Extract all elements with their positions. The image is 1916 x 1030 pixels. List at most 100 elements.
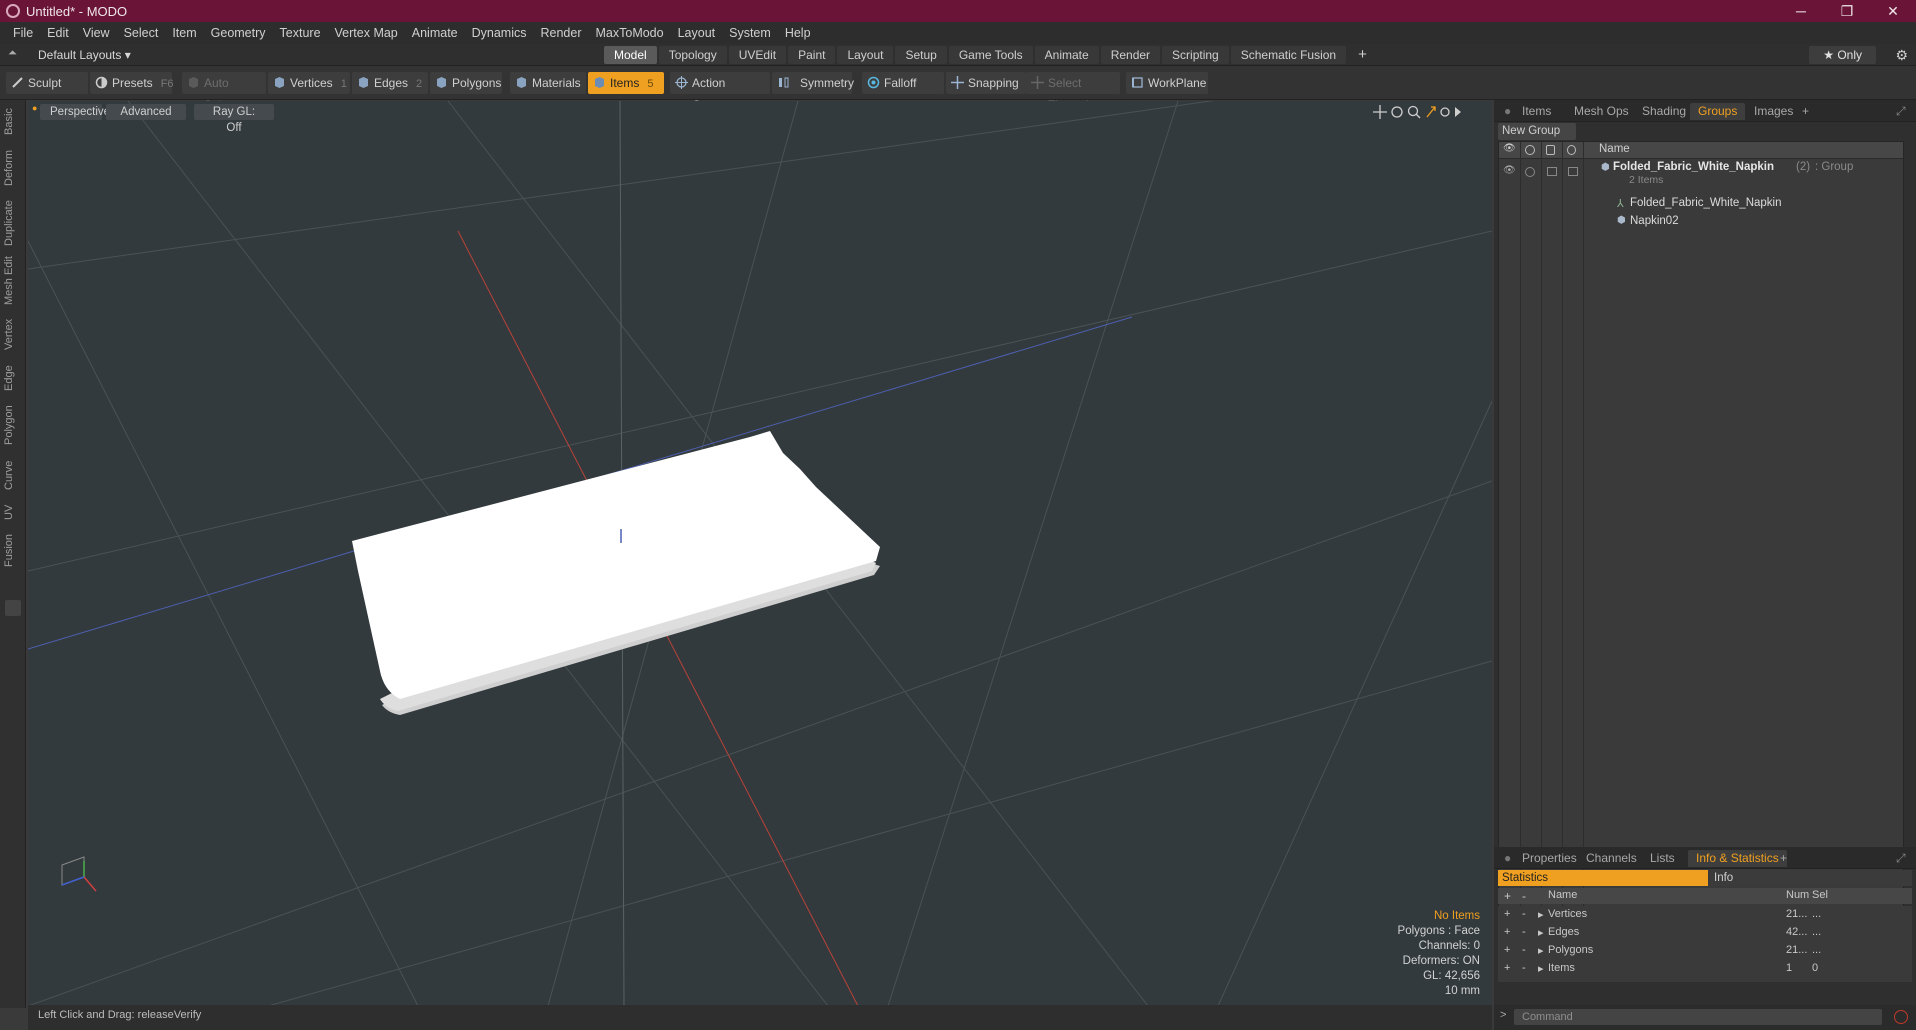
presets-button[interactable]: Presets F6 xyxy=(90,72,174,94)
maximize-button[interactable]: ❐ xyxy=(1824,0,1870,22)
menu-vertex-map[interactable]: Vertex Map xyxy=(328,26,405,40)
visibility-toggle-icon[interactable]: 👁 xyxy=(1503,165,1516,176)
tab-shading[interactable]: Shading xyxy=(1634,103,1694,120)
tab-layout[interactable]: Layout xyxy=(837,46,894,64)
tab-paint[interactable]: Paint xyxy=(788,46,836,64)
row-remove-button[interactable]: - xyxy=(1522,962,1526,974)
lefttab-uv[interactable]: UV xyxy=(3,500,23,524)
vertices-button[interactable]: Vertices 1 xyxy=(268,72,350,94)
stats-row[interactable]: + - ▸ Edges 42... ... xyxy=(1498,924,1912,942)
row-expand-icon[interactable]: ▸ xyxy=(1538,926,1544,939)
row-expand-icon[interactable]: ▸ xyxy=(1538,962,1544,975)
menu-animate[interactable]: Animate xyxy=(405,26,465,40)
menu-item[interactable]: Item xyxy=(165,26,203,40)
gear-icon[interactable]: ⚙ xyxy=(1895,44,1908,66)
lefttab-duplicate[interactable]: Duplicate xyxy=(3,196,23,250)
layouts-dropdown[interactable]: Default Layouts ▾ xyxy=(38,44,131,66)
menu-system[interactable]: System xyxy=(722,26,778,40)
menu-file[interactable]: File xyxy=(6,26,40,40)
viewport-menu-dot-icon[interactable]: ● xyxy=(32,103,37,113)
row-add-button[interactable]: + xyxy=(1504,926,1510,938)
stats-row[interactable]: + - ▸ Items 1 0 xyxy=(1498,960,1912,978)
add-panel-tab-button[interactable]: + xyxy=(1794,103,1817,120)
tab-mesh-ops[interactable]: Mesh Ops xyxy=(1566,103,1637,120)
collapse-all-button[interactable]: - xyxy=(1522,889,1526,903)
tab-topology[interactable]: Topology xyxy=(658,46,727,64)
lefttab-curve[interactable]: Curve xyxy=(3,456,23,494)
3d-viewport[interactable]: ● Perspective Advanced Ray GL: Off No It… xyxy=(28,101,1492,1005)
row-add-button[interactable]: + xyxy=(1504,908,1510,920)
stats-row[interactable]: + - ▸ Polygons 21... ... xyxy=(1498,942,1912,960)
row-remove-button[interactable]: - xyxy=(1522,908,1526,920)
menu-dynamics[interactable]: Dynamics xyxy=(465,26,534,40)
render-column-icon[interactable] xyxy=(1525,145,1535,155)
row-remove-button[interactable]: - xyxy=(1522,926,1526,938)
symmetry-button[interactable]: Symmetry xyxy=(772,72,854,94)
tab-channels[interactable]: Channels xyxy=(1578,850,1645,867)
viewport-scene[interactable] xyxy=(28,101,1492,1005)
expand-all-button[interactable]: + xyxy=(1504,889,1511,903)
tab-items[interactable]: Items xyxy=(1514,103,1559,120)
lefttab-mesh-edit[interactable]: Mesh Edit xyxy=(3,256,23,306)
stats-row[interactable]: + - ▸ Vertices 21... ... xyxy=(1498,906,1912,924)
row-add-button[interactable]: + xyxy=(1504,944,1510,956)
name-column-header[interactable]: Name xyxy=(1599,143,1630,155)
menu-help[interactable]: Help xyxy=(778,26,818,40)
snapping-button[interactable]: Snapping xyxy=(946,72,1026,94)
edges-button[interactable]: Edges 2 xyxy=(352,72,428,94)
render-toggle-icon[interactable] xyxy=(1525,167,1535,177)
materials-button[interactable]: Materials xyxy=(510,72,586,94)
tab-lists[interactable]: Lists xyxy=(1642,850,1683,867)
menu-view[interactable]: View xyxy=(76,26,117,40)
tab-properties[interactable]: Properties xyxy=(1514,850,1585,867)
polygons-button[interactable]: Polygons xyxy=(430,72,502,94)
viewport-nav-icons[interactable] xyxy=(1373,104,1463,120)
menu-render[interactable]: Render xyxy=(534,26,589,40)
group-child-row[interactable]: ⅄ Folded_Fabric_White_Napkin xyxy=(1499,197,1903,213)
layout-collapse-icon[interactable]: ⏶ xyxy=(8,47,17,60)
only-toggle[interactable]: ★ Only xyxy=(1809,46,1876,64)
tab-setup[interactable]: Setup xyxy=(895,46,947,64)
lefttab-deform[interactable]: Deform xyxy=(3,146,23,190)
menu-texture[interactable]: Texture xyxy=(273,26,328,40)
command-input[interactable]: Command xyxy=(1514,1009,1882,1025)
row-expand-icon[interactable]: ▸ xyxy=(1538,908,1544,921)
tab-render[interactable]: Render xyxy=(1100,46,1161,64)
lefttab-polygon[interactable]: Polygon xyxy=(3,400,23,450)
menu-layout[interactable]: Layout xyxy=(671,26,723,40)
lefttab-fusion[interactable]: Fusion xyxy=(3,530,23,570)
tab-uvedit[interactable]: UVEdit xyxy=(728,46,787,64)
add-bottom-tab-button[interactable]: + xyxy=(1772,850,1795,867)
menu-select[interactable]: Select xyxy=(117,26,166,40)
info-tab[interactable]: Info xyxy=(1710,870,1912,886)
group-child-row[interactable]: ⬢ Napkin02 xyxy=(1499,215,1903,231)
perspective-dropdown[interactable]: Perspective xyxy=(40,104,110,120)
menu-maxtomodo[interactable]: MaxToModo xyxy=(589,26,671,40)
row-add-button[interactable]: + xyxy=(1504,962,1510,974)
tab-scripting[interactable]: Scripting xyxy=(1162,46,1229,64)
tab-schematic-fusion[interactable]: Schematic Fusion xyxy=(1230,46,1347,64)
napkin-mesh[interactable] xyxy=(352,431,880,715)
menu-edit[interactable]: Edit xyxy=(40,26,76,40)
record-icon[interactable] xyxy=(1894,1010,1908,1024)
menu-geometry[interactable]: Geometry xyxy=(204,26,273,40)
sculpt-button[interactable]: Sculpt xyxy=(6,72,88,94)
lefttab-expand-button[interactable] xyxy=(5,600,21,616)
advanced-dropdown[interactable]: Advanced xyxy=(106,104,186,120)
visibility-column-icon[interactable]: 👁 xyxy=(1503,143,1516,154)
row-remove-button[interactable]: - xyxy=(1522,944,1526,956)
workplane-button[interactable]: WorkPlane xyxy=(1126,72,1208,94)
minimize-button[interactable]: ─ xyxy=(1778,0,1824,22)
panel-expand-icon[interactable]: ⤢ xyxy=(1888,103,1914,120)
row-expand-icon[interactable]: ▸ xyxy=(1538,944,1544,957)
select-column-icon[interactable] xyxy=(1567,145,1576,155)
items-button[interactable]: Items 5 xyxy=(588,72,664,94)
group-row[interactable]: 👁 ⬢ Folded_Fabric_White_Napkin (2) : Gro… xyxy=(1499,161,1903,191)
close-button[interactable]: ✕ xyxy=(1870,0,1916,22)
lock-column-icon[interactable] xyxy=(1546,145,1555,155)
statistics-tab[interactable]: Statistics xyxy=(1498,870,1708,886)
falloff-button[interactable]: Falloff xyxy=(862,72,944,94)
tab-animate[interactable]: Animate xyxy=(1034,46,1099,64)
bottom-panel-expand-icon[interactable]: ⤢ xyxy=(1888,850,1914,867)
lock-toggle-icon[interactable] xyxy=(1547,167,1557,176)
